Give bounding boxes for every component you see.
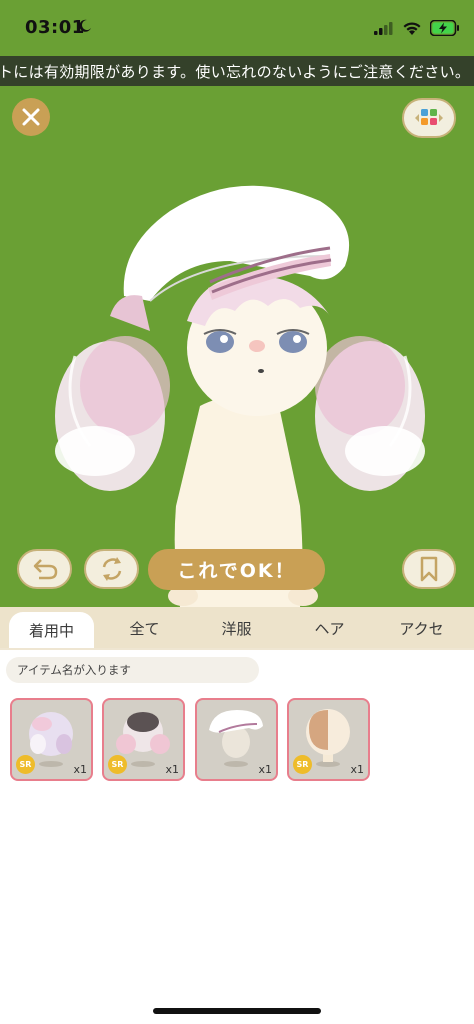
notice-banner: トには有効期限があります。使い忘れのないようにご注意ください。 xyxy=(0,56,474,86)
item-quantity: x1 xyxy=(258,763,272,776)
bookmark-button[interactable] xyxy=(402,549,456,589)
confirm-ok-button[interactable]: これでOK！ xyxy=(148,549,325,590)
tab-hair[interactable]: ヘア xyxy=(287,607,372,649)
undo-button[interactable] xyxy=(17,549,72,589)
category-tabs: 着用中 全て 洋服 ヘア アクセ xyxy=(0,607,474,649)
avatar-stage xyxy=(0,86,474,607)
status-indicators xyxy=(374,18,460,38)
item-quantity: x1 xyxy=(350,763,364,776)
undo-icon xyxy=(33,559,57,580)
moon-icon xyxy=(79,19,91,32)
home-indicator xyxy=(153,1008,321,1014)
rarity-badge: SR xyxy=(16,755,35,774)
tab-accessories[interactable]: アクセ xyxy=(379,607,464,649)
signal-icon xyxy=(374,22,393,35)
battery-charging-icon xyxy=(430,20,459,36)
rarity-badge: SR xyxy=(108,755,127,774)
tab-wearing[interactable]: 着用中 xyxy=(9,612,94,649)
close-icon xyxy=(22,108,40,126)
wifi-icon xyxy=(403,21,421,35)
notice-text: トには有効期限があります。使い忘れのないようにご注意ください。 xyxy=(0,63,471,81)
item-name-field[interactable]: アイテム名が入ります xyxy=(6,657,259,683)
refresh-icon xyxy=(102,557,121,581)
item-card-beret[interactable]: x1 xyxy=(195,698,278,781)
item-card-skin[interactable]: SR x1 xyxy=(287,698,370,781)
status-time: 03:01 xyxy=(25,17,85,38)
color-palette-button[interactable] xyxy=(402,98,456,138)
item-quantity: x1 xyxy=(73,763,87,776)
tab-divider xyxy=(0,648,474,650)
bookmark-icon xyxy=(420,556,438,582)
item-card-hair-white[interactable]: SR x1 xyxy=(10,698,93,781)
status-bar: 03:01 xyxy=(0,0,474,56)
reset-button[interactable] xyxy=(84,549,139,589)
palette-icon xyxy=(415,109,443,125)
item-card-hair-dark-pink[interactable]: SR x1 xyxy=(102,698,185,781)
item-quantity: x1 xyxy=(165,763,179,776)
tab-clothes[interactable]: 洋服 xyxy=(194,607,279,649)
tab-all[interactable]: 全て xyxy=(102,607,187,649)
avatar-preview xyxy=(55,185,425,607)
rarity-badge: SR xyxy=(293,755,312,774)
close-button[interactable] xyxy=(12,98,50,136)
